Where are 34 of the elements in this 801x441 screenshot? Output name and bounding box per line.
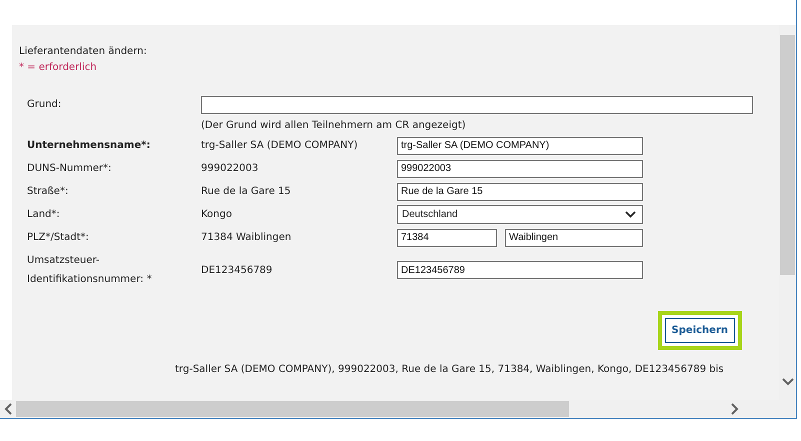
field-label: PLZ*/Stadt*:: [27, 231, 90, 245]
current-value: 999022003: [201, 163, 260, 174]
country-dropdown[interactable]: Deutschland: [397, 205, 643, 224]
field-label: Unternehmensname*:: [27, 139, 152, 153]
field-label: Umsatzsteuer- Identifikationsnummer: *: [27, 254, 153, 287]
current-value: 71384 Waiblingen: [201, 232, 292, 243]
form-title: Lieferantendaten ändern:: [19, 46, 148, 59]
current-value: DE123456789: [201, 264, 274, 276]
scrollbar-thumb[interactable]: [16, 401, 569, 417]
current-value: trg-Saller SA (DEMO COMPANY): [201, 140, 359, 151]
input-field[interactable]: 71384: [397, 228, 497, 246]
chevron-right-icon[interactable]: [731, 403, 739, 415]
field-label: DUNS-Nummer*:: [27, 162, 112, 176]
chevron-down-icon: [625, 211, 636, 218]
field-label: Grund:: [27, 98, 62, 112]
input-field[interactable]: DE123456789: [397, 261, 643, 279]
chevron-down-icon[interactable]: [782, 378, 794, 386]
field-label: Straße*:: [27, 185, 70, 199]
input-field[interactable]: [201, 96, 753, 114]
current-value: Kongo: [201, 209, 233, 220]
input-field[interactable]: 999022003: [397, 160, 643, 178]
input-field[interactable]: Waiblingen: [505, 228, 643, 246]
vertical-scrollbar[interactable]: [779, 25, 796, 400]
field-label: Land*:: [27, 208, 61, 222]
input-field[interactable]: trg-Saller SA (DEMO COMPANY): [397, 136, 643, 154]
chevron-left-icon[interactable]: [4, 403, 12, 415]
hint-text: (Der Grund wird allen Teilnehmern am CR angezeigt): [201, 120, 467, 130]
save-button[interactable]: Speichern: [658, 311, 742, 350]
current-value: Rue de la Gare 15: [201, 186, 292, 197]
scrollbar-thumb[interactable]: [780, 35, 795, 275]
required-note: * = erforderlich: [19, 62, 98, 75]
input-field[interactable]: Rue de la Gare 15: [397, 182, 643, 200]
history-text: trg-Saller SA (DEMO COMPANY), 999022003, Rue de la Gare 15, 71384, Waiblingen, Kongo, DE123456789 bis: [175, 364, 725, 375]
horizontal-scrollbar[interactable]: [0, 400, 796, 418]
